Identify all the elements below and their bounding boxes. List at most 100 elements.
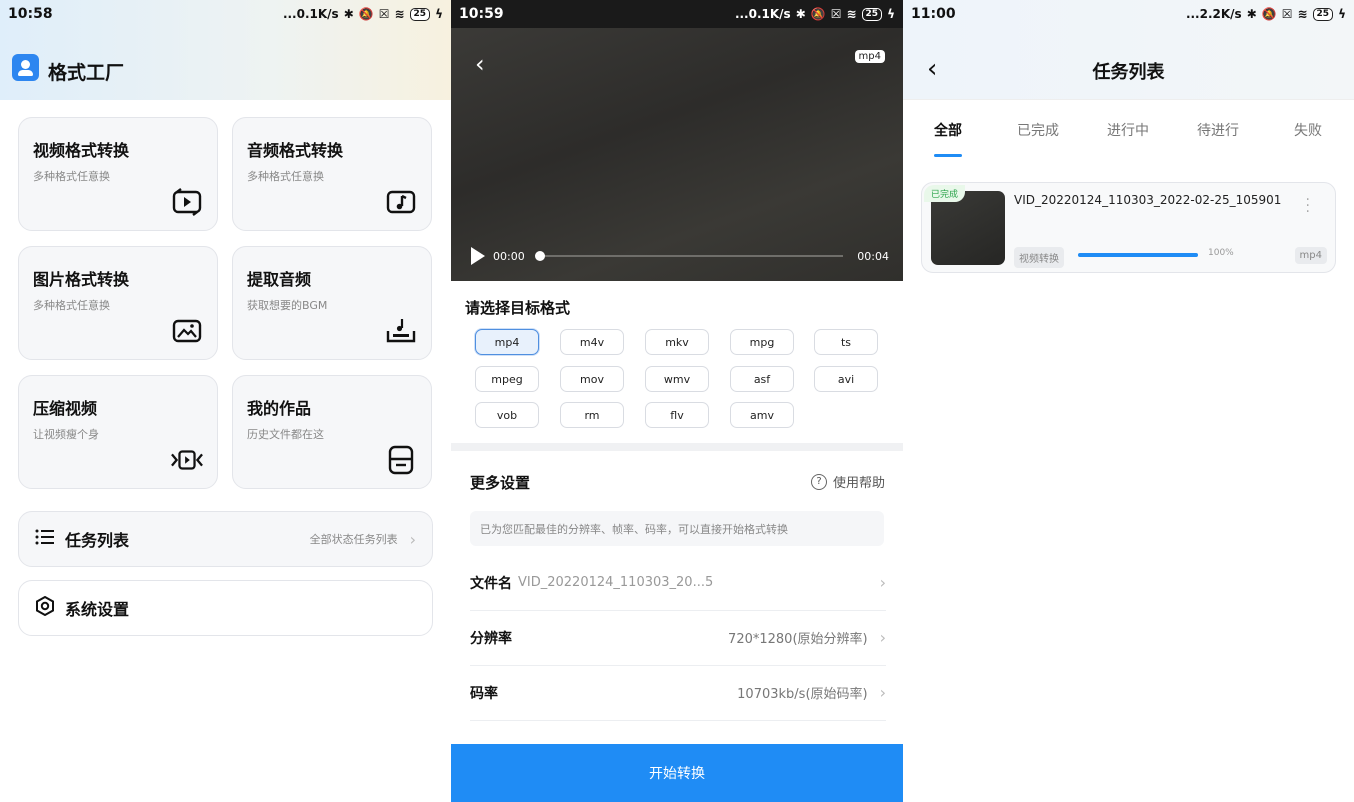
play-icon[interactable] — [471, 247, 485, 265]
status-time: 10:58 — [8, 6, 53, 22]
task-list-label: 任务列表 — [65, 531, 130, 550]
format-badge: mp4 — [854, 50, 885, 63]
format-option-mpeg[interactable]: mpeg — [475, 366, 539, 392]
seek-bar[interactable] — [534, 251, 844, 261]
bluetooth-icon: ✱ — [795, 7, 806, 21]
card-title: 音频格式转换 — [247, 141, 344, 160]
sim-off-icon: ☒ — [1281, 7, 1293, 21]
setting-key: 码率 — [470, 685, 498, 702]
card-subtitle: 多种格式任意换 — [247, 170, 324, 183]
filename-row[interactable]: 文件名 VID_20220124_110303_20...5 › — [470, 555, 886, 611]
task-item[interactable]: 已完成 VID_20220124_110303_2022-02-25_10590… — [921, 182, 1336, 273]
setting-key: 分辨率 — [470, 630, 512, 647]
setting-key: 文件名 — [470, 575, 512, 592]
wifi-icon: ≋ — [1297, 7, 1308, 21]
seek-knob[interactable] — [534, 251, 545, 261]
bell-off-icon: 🔕 — [358, 7, 374, 21]
current-time: 00:00 — [493, 249, 525, 263]
charging-icon: ϟ — [1338, 7, 1346, 21]
chevron-right-icon: › — [879, 573, 886, 592]
compress-video-icon — [171, 446, 203, 474]
card-subtitle: 让视频瘦个身 — [33, 428, 99, 441]
help-label: 使用帮助 — [832, 476, 885, 491]
format-option-mpg[interactable]: mpg — [730, 329, 794, 355]
sim-off-icon: ☒ — [830, 7, 842, 21]
format-heading: 请选择目标格式 — [465, 299, 571, 317]
bluetooth-icon: ✱ — [1246, 7, 1257, 21]
tab-failed[interactable]: 失败 — [1278, 120, 1338, 140]
format-option-mp4[interactable]: mp4 — [475, 329, 539, 355]
video-convert-card[interactable]: 视频格式转换 多种格式任意换 — [18, 117, 218, 231]
bell-off-icon: 🔕 — [810, 7, 826, 21]
task-tabs: 全部 已完成 进行中 待进行 失败 — [903, 120, 1354, 160]
image-convert-card[interactable]: 图片格式转换 多种格式任意换 — [18, 246, 218, 360]
card-title: 提取音频 — [247, 270, 312, 289]
more-options-icon[interactable]: · · · — [1306, 193, 1310, 219]
extract-audio-icon — [385, 317, 417, 345]
bell-off-icon: 🔕 — [1261, 7, 1277, 21]
status-badge: 已完成 — [924, 185, 966, 202]
format-option-avi[interactable]: avi — [814, 366, 878, 392]
format-option-mkv[interactable]: mkv — [645, 329, 709, 355]
format-option-rm[interactable]: rm — [560, 402, 624, 428]
back-arrow-icon[interactable]: ‹ — [475, 50, 485, 78]
list-icon — [35, 528, 55, 550]
card-subtitle: 历史文件都在这 — [247, 428, 324, 441]
charging-icon: ϟ — [435, 7, 443, 21]
app-title: 格式工厂 — [48, 62, 125, 84]
format-option-m4v[interactable]: m4v — [560, 329, 624, 355]
battery-icon: 25 — [1312, 7, 1334, 21]
status-bar: 10:58 ...0.1K/s ✱ 🔕 ☒ ≋ 25 ϟ — [0, 0, 451, 28]
card-title: 压缩视频 — [33, 399, 98, 418]
status-bar: 10:59 ...0.1K/s ✱ 🔕 ☒ ≋ 25 ϟ — [451, 0, 903, 28]
audio-convert-card[interactable]: 音频格式转换 多种格式任意换 — [232, 117, 432, 231]
more-settings-heading: 更多设置 — [470, 474, 531, 492]
convert-screen: 10:59 ...0.1K/s ✱ 🔕 ☒ ≋ 25 ϟ ‹ mp4 00:00… — [451, 0, 903, 802]
settings-gear-icon — [35, 595, 55, 620]
task-list-row[interactable]: 任务列表 全部状态任务列表 › — [18, 511, 433, 567]
tab-in-progress[interactable]: 进行中 — [1098, 120, 1158, 140]
setting-value: 720*1280(原始分辨率) — [728, 632, 868, 647]
format-option-wmv[interactable]: wmv — [645, 366, 709, 392]
total-time: 00:04 — [857, 249, 889, 263]
chevron-right-icon: › — [879, 628, 886, 647]
page-title: 任务列表 — [1092, 62, 1165, 83]
settings-tip: 已为您匹配最佳的分辨率、帧率、码率，可以直接开始格式转换 — [470, 511, 884, 546]
progress-fill — [1078, 253, 1198, 257]
setting-value: VID_20220124_110303_20...5 — [518, 575, 714, 590]
card-subtitle: 多种格式任意换 — [33, 170, 110, 183]
compress-video-card[interactable]: 压缩视频 让视频瘦个身 — [18, 375, 218, 489]
extract-audio-card[interactable]: 提取音频 获取想要的BGM — [232, 246, 432, 360]
format-option-asf[interactable]: asf — [730, 366, 794, 392]
video-controls: 00:00 00:04 — [471, 247, 889, 265]
tab-completed[interactable]: 已完成 — [1008, 120, 1068, 140]
format-option-vob[interactable]: vob — [475, 402, 539, 428]
tab-all[interactable]: 全部 — [918, 120, 978, 140]
my-works-icon — [385, 445, 417, 475]
chevron-right-icon: › — [409, 529, 416, 549]
task-filename: VID_20220124_110303_2022-02-25_105901 — [1014, 193, 1282, 207]
format-option-ts[interactable]: ts — [814, 329, 878, 355]
tab-pending[interactable]: 待进行 — [1188, 120, 1248, 140]
task-type-tag: 视频转换 — [1014, 247, 1064, 268]
status-bar: 11:00 ...2.2K/s ✱ 🔕 ☒ ≋ 25 ϟ — [903, 0, 1354, 28]
task-list-hint: 全部状态任务列表 — [309, 533, 398, 546]
sim-off-icon: ☒ — [378, 7, 390, 21]
wifi-icon: ≋ — [846, 7, 857, 21]
resolution-row[interactable]: 分辨率 720*1280(原始分辨率) › — [470, 610, 886, 666]
my-works-card[interactable]: 我的作品 历史文件都在这 — [232, 375, 432, 489]
network-speed: ...0.1K/s — [734, 7, 791, 21]
system-settings-row[interactable]: 系统设置 — [18, 580, 433, 636]
format-option-mov[interactable]: mov — [560, 366, 624, 392]
progress-label: 100% — [1208, 248, 1234, 258]
start-convert-button[interactable]: 开始转换 — [451, 744, 903, 802]
question-icon: ? — [810, 473, 827, 490]
format-option-amv[interactable]: amv — [730, 402, 794, 428]
bitrate-row[interactable]: 码率 10703kb/s(原始码率) › — [470, 665, 886, 721]
bluetooth-icon: ✱ — [343, 7, 354, 21]
format-option-flv[interactable]: flv — [645, 402, 709, 428]
video-preview[interactable]: ‹ mp4 00:00 00:04 — [451, 28, 903, 281]
help-link[interactable]: ? 使用帮助 — [810, 472, 885, 491]
video-thumbnail — [931, 191, 1005, 265]
battery-icon: 25 — [861, 7, 883, 21]
